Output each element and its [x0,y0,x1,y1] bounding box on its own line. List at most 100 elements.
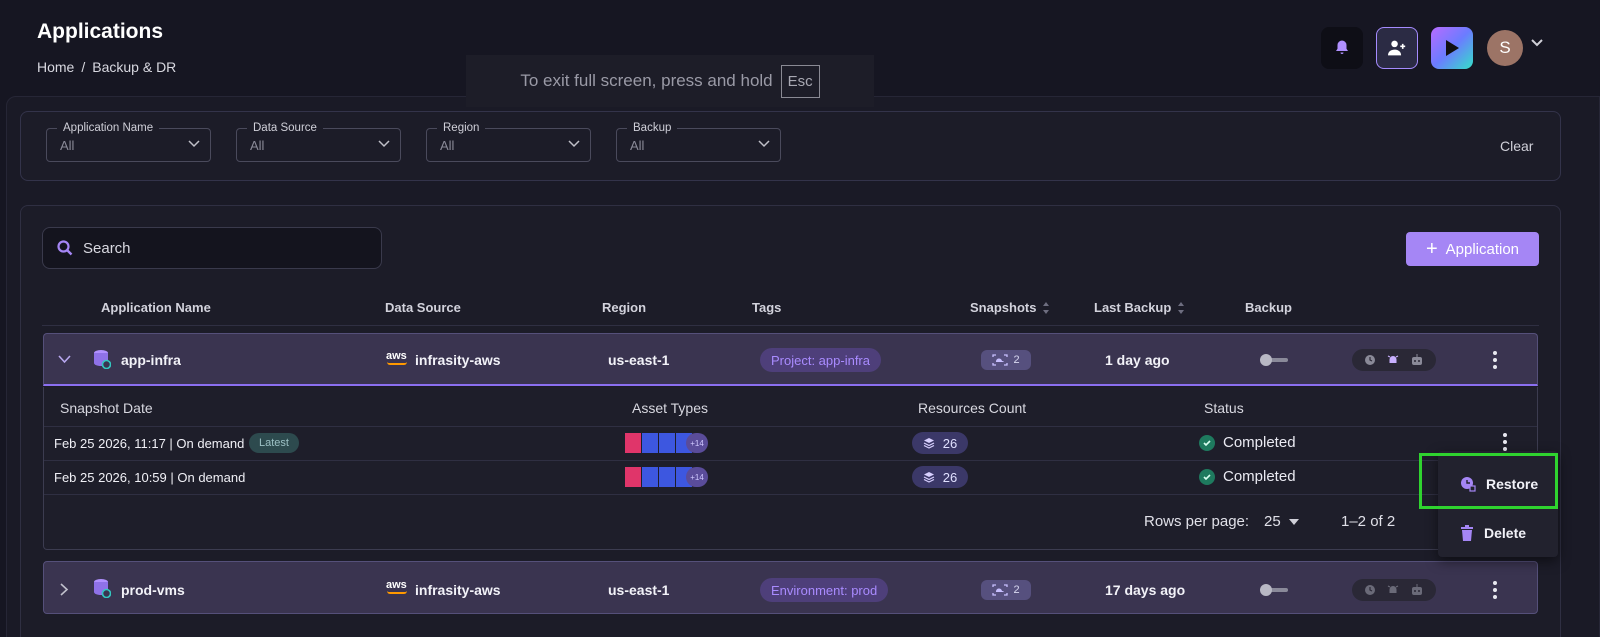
app-name[interactable]: app-infra [121,352,181,368]
restore-highlight [1419,453,1558,509]
compute-asset-icon [642,467,658,487]
column-status: Status [1204,400,1244,416]
row-menu-button[interactable] [1486,579,1504,601]
backup-actions [1352,579,1436,601]
user-plus-icon [1388,40,1406,56]
chevron-down-icon [378,140,390,148]
chevron-down-icon[interactable] [58,355,71,364]
snapshot-date: Feb 25 2026, 11:17 | On demand [54,436,245,451]
cloud-asset-icon [625,433,641,453]
chevron-down-icon [758,140,770,148]
asset-more-count[interactable]: +14 [686,467,708,487]
status-text: Completed [1223,434,1296,451]
backup-toggle[interactable] [1259,353,1289,367]
snapshot-details [43,387,1538,550]
latest-badge: Latest [249,433,299,453]
chevron-right-icon[interactable] [60,583,69,596]
compute-asset-icon [659,433,675,453]
column-resources-count: Resources Count [918,400,1027,416]
row-divider [44,494,1537,495]
alarm-icon[interactable] [1387,354,1399,366]
add-application-button[interactable]: + Application [1406,232,1539,266]
page-title: Applications [37,20,164,43]
column-snapshot-date: Snapshot Date [60,400,153,416]
bell-icon [1336,40,1348,54]
invite-user-button[interactable] [1376,27,1418,69]
clock-icon[interactable] [1364,584,1376,596]
data-source: infrasity-aws [415,582,501,598]
avatar[interactable]: S [1487,30,1523,66]
snapshot-icon [992,354,1009,366]
snapshot-date: Feb 25 2026, 10:59 | On demand [54,470,246,485]
search-input[interactable]: Search [42,227,382,269]
clock-icon[interactable] [1364,354,1376,366]
filter-label: Data Source [247,122,323,134]
breadcrumb-home[interactable]: Home [37,59,74,75]
column-snapshots[interactable]: Snapshots [970,300,1050,315]
row-menu-button[interactable] [1486,349,1504,371]
status: Completed [1199,434,1296,451]
column-last-backup-label: Last Backup [1094,300,1172,315]
aws-icon: aws [386,579,407,591]
breadcrumb-current: Backup & DR [92,59,177,75]
layers-icon [923,438,935,449]
status: Completed [1199,468,1296,485]
robot-icon[interactable] [1410,584,1424,596]
column-region: Region [602,300,647,315]
resources-count: 26 [942,435,958,451]
plus-icon: + [1425,238,1438,260]
resources-count-badge: 26 [912,466,968,488]
notifications-button[interactable] [1321,27,1363,69]
delete-menu-item[interactable]: Delete [1438,513,1558,553]
column-last-backup[interactable]: Last Backup [1094,300,1185,315]
app-name[interactable]: prod-vms [121,582,185,598]
tag-badge: Project: app-infra [760,348,881,372]
cloud-asset-icon [625,467,641,487]
fullscreen-notice: To exit full screen, press and hold Esc [466,55,874,107]
fullscreen-notice-text: To exit full screen, press and hold [520,71,773,90]
status-text: Completed [1223,468,1296,485]
chevron-down-icon [188,140,200,148]
clear-filters-button[interactable]: Clear [1500,138,1533,154]
database-icon [94,350,111,369]
rows-per-page-label: Rows per page: [1144,513,1250,530]
check-icon [1199,434,1215,451]
play-icon [1446,40,1459,56]
caret-down-icon [1288,518,1299,525]
aws-icon: aws [386,350,407,362]
database-icon [94,579,111,598]
snapshots-badge[interactable]: 2 [981,580,1031,600]
snapshot-menu-button[interactable] [1496,431,1514,453]
play-button[interactable] [1431,27,1473,69]
asset-more-count[interactable]: +14 [686,433,708,453]
sort-icon[interactable] [1177,301,1185,315]
chevron-down-icon [568,140,580,148]
delete-label: Delete [1484,525,1527,541]
robot-icon[interactable] [1410,354,1424,366]
column-snapshots-label: Snapshots [970,300,1037,315]
snapshots-count: 2 [1013,584,1020,596]
filter-label: Backup [627,122,678,134]
data-source: infrasity-aws [415,352,501,368]
backup-actions [1352,349,1436,371]
snapshots-badge[interactable]: 2 [981,350,1031,370]
backup-toggle[interactable] [1259,583,1289,597]
filter-application-name[interactable]: Application Name All [46,122,211,162]
region: us-east-1 [608,352,670,368]
last-backup: 17 days ago [1105,582,1186,598]
filter-region[interactable]: Region All [426,122,591,162]
filter-backup[interactable]: Backup All [616,122,781,162]
filter-data-source[interactable]: Data Source All [236,122,401,162]
search-placeholder: Search [83,239,131,257]
resources-count-badge: 26 [912,432,968,454]
snapshots-count: 2 [1013,354,1020,366]
add-application-label: Application [1445,240,1520,258]
chevron-down-icon[interactable] [1531,38,1543,48]
trash-icon [1461,525,1473,541]
column-tags: Tags [752,300,782,315]
sort-icon[interactable] [1042,301,1050,315]
asset-types: +14 [625,433,708,453]
check-icon [1199,468,1215,485]
rows-per-page-select[interactable]: 25 [1264,513,1299,530]
alarm-icon[interactable] [1387,584,1399,596]
